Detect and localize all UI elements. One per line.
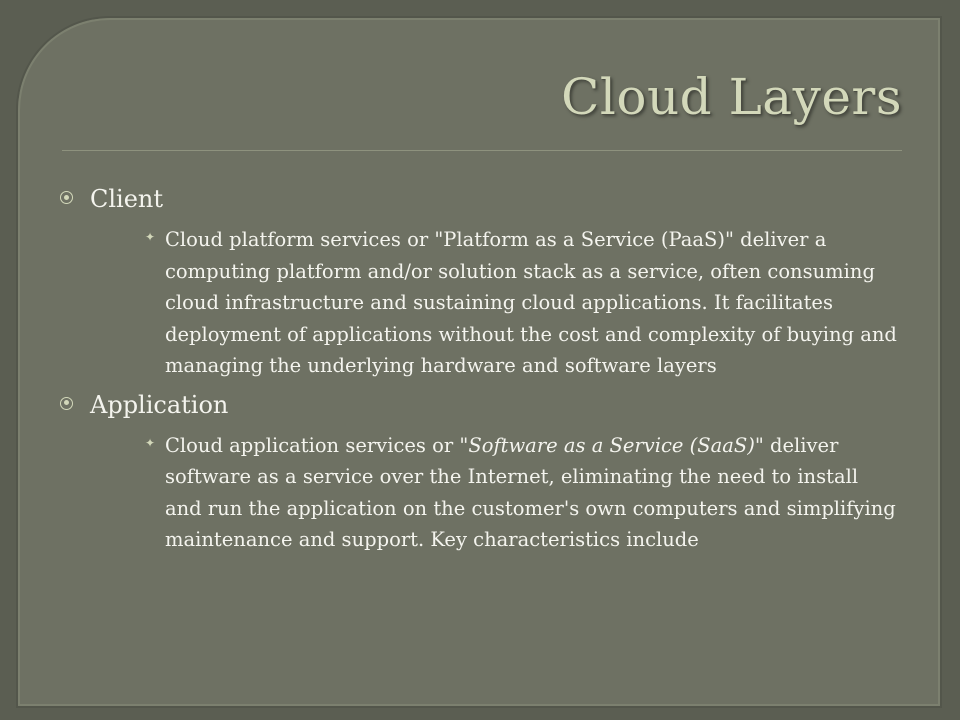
sub-bullet-application-text: Cloud application services or "Software …: [165, 430, 900, 556]
bullet-client-heading: Client: [90, 185, 164, 213]
sub-bullet-application: ✦ Cloud application services or "Softwar…: [145, 430, 920, 556]
circled-dot-icon: [60, 191, 73, 204]
bullet-application: Application: [60, 386, 920, 424]
bullet-application-heading: Application: [90, 390, 229, 419]
slide-title: Cloud Layers: [561, 68, 902, 126]
saas-italic: Software as a Service (SaaS): [468, 433, 755, 457]
sub-bullet-client-text: Cloud platform services or "Platform as …: [165, 228, 897, 377]
text-prefix: Cloud application services or ": [165, 433, 469, 457]
bullet-client: Client: [60, 180, 920, 218]
slide-content: Client ✦ Cloud platform services or "Pla…: [60, 180, 920, 560]
four-point-star-icon: ✦: [145, 435, 156, 450]
four-point-star-icon: ✦: [145, 230, 156, 244]
circled-dot-icon: [60, 396, 73, 410]
sub-bullet-client: ✦ Cloud platform services or "Platform a…: [145, 224, 920, 382]
title-divider: [62, 150, 902, 151]
